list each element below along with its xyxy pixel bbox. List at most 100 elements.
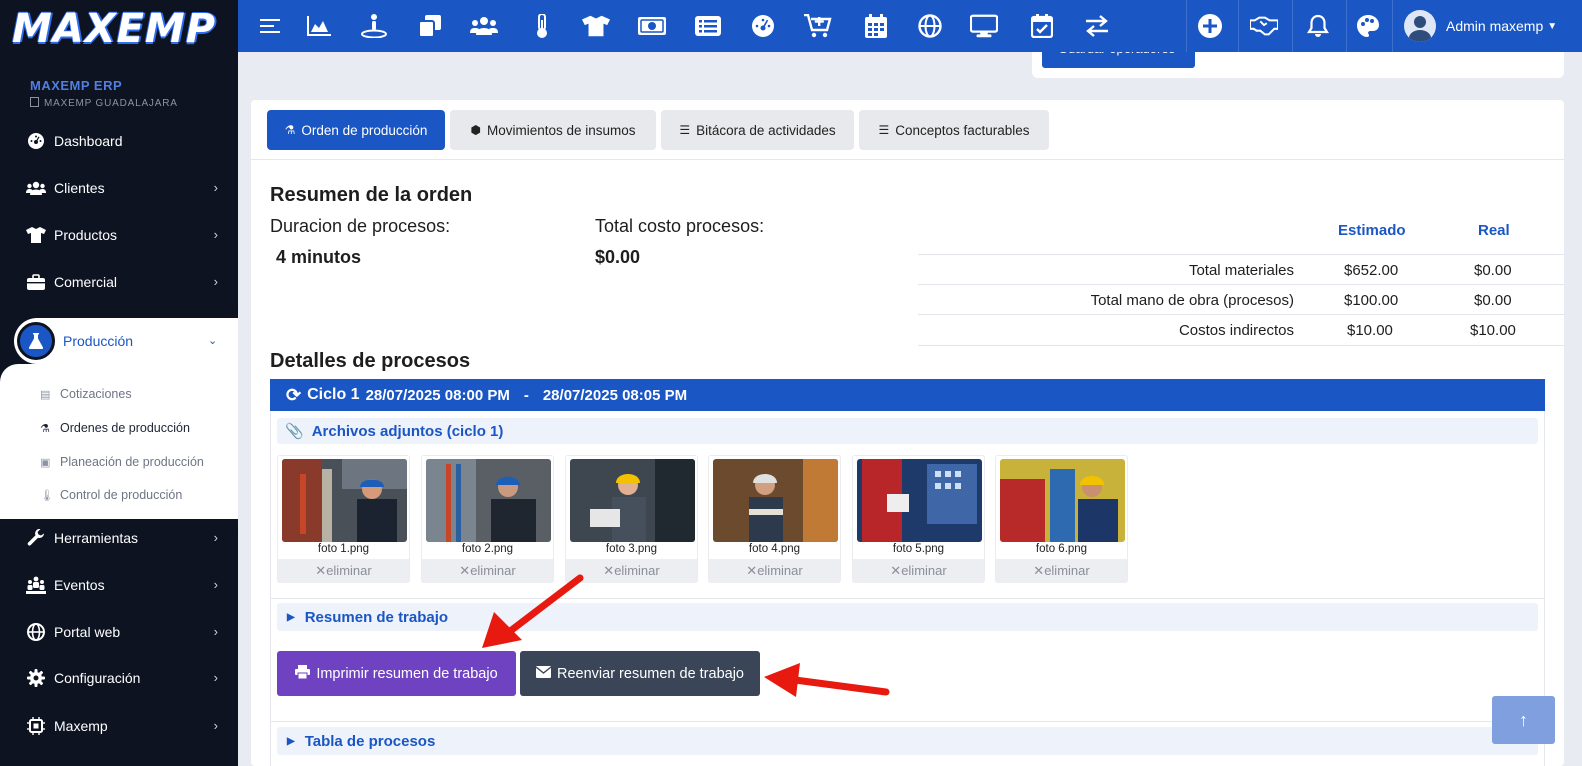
- chevron-right-icon: ›: [213, 530, 218, 545]
- cart-plus-icon[interactable]: [804, 12, 832, 40]
- sync-icon: ⟳: [286, 384, 302, 405]
- photo-thumbnail[interactable]: [713, 459, 838, 542]
- submenu-item-cotizaciones[interactable]: ▤ Cotizaciones: [40, 387, 132, 401]
- table-row: Costos indirectos $10.00 $10.00: [918, 314, 1564, 346]
- brand-logo[interactable]: MAXEMP: [12, 7, 216, 51]
- photo-thumbnail[interactable]: [1000, 459, 1125, 542]
- person-station-icon[interactable]: [360, 12, 388, 40]
- delete-attachment-button[interactable]: ✕eliminar: [853, 559, 984, 583]
- attachment-card: foto 3.png ✕eliminar: [565, 455, 698, 583]
- resumen-trabajo-toggle[interactable]: ▶ Resumen de trabajo: [277, 603, 1538, 631]
- desktop-icon[interactable]: [970, 12, 998, 40]
- sidebar-item-label: Maxemp: [54, 718, 108, 734]
- resumen-title: Resumen de la orden: [270, 184, 473, 206]
- divider: [270, 721, 1545, 722]
- attachment-card: foto 4.png ✕eliminar: [708, 455, 841, 583]
- clone-icon[interactable]: [416, 12, 444, 40]
- globe-icon[interactable]: [916, 12, 944, 40]
- sidebar-item-comercial[interactable]: Comercial ›: [0, 262, 238, 302]
- close-icon: ✕: [746, 563, 758, 578]
- sidebar-item-configuracion[interactable]: Configuración ›: [0, 658, 238, 698]
- sidebar-item-label: Portal web: [54, 624, 121, 640]
- list-icon[interactable]: [694, 12, 722, 40]
- tab-bitacora-actividades[interactable]: ☰ Bitácora de actividades: [661, 110, 854, 150]
- exchange-icon[interactable]: [1083, 12, 1111, 40]
- print-work-summary-button[interactable]: Imprimir resumen de trabajo: [277, 651, 516, 696]
- attachment-filename: foto 1.png: [317, 543, 370, 555]
- sidebar-item-eventos[interactable]: Eventos ›: [0, 565, 238, 605]
- print-icon: [295, 665, 311, 682]
- row-estimado: $100.00: [1344, 292, 1399, 309]
- calendar-check-icon[interactable]: [1028, 12, 1056, 40]
- photo-thumbnail[interactable]: [570, 459, 695, 542]
- sidebar-item-label: Productos: [54, 227, 118, 243]
- tab-conceptos-facturables[interactable]: ☰ Conceptos facturables: [859, 110, 1049, 150]
- user-name: Admin maxemp: [1446, 18, 1544, 34]
- sidebar-item-maxemp[interactable]: Maxemp ›: [0, 706, 238, 746]
- delete-attachment-button[interactable]: ✕eliminar: [278, 559, 409, 583]
- delete-attachment-button[interactable]: ✕eliminar: [422, 559, 553, 583]
- tab-orden-produccion[interactable]: ⚗ Orden de producción: [267, 110, 445, 150]
- submenu-item-ordenes[interactable]: ⚗ Ordenes de producción: [40, 421, 190, 435]
- cycle-header[interactable]: ⟳ Ciclo 1 28/07/2025 08:00 PM - 28/07/20…: [270, 379, 1545, 411]
- photo-thumbnail[interactable]: [857, 459, 982, 542]
- sidebar-item-portal-web[interactable]: Portal web ›: [0, 612, 238, 652]
- submenu-label: Cotizaciones: [60, 387, 132, 401]
- palette-icon[interactable]: [1354, 12, 1382, 40]
- chevron-right-icon: ›: [213, 718, 218, 733]
- thermometer-icon: 🌡: [40, 489, 54, 502]
- close-icon: ✕: [459, 563, 471, 578]
- chevron-right-icon: ›: [213, 180, 218, 195]
- delete-attachment-button[interactable]: ✕eliminar: [566, 559, 697, 583]
- photo-thumbnail[interactable]: [282, 459, 407, 542]
- branch-label: MAXEMP GUADALAJARA: [44, 98, 178, 109]
- button-label: Imprimir resumen de trabajo: [316, 665, 498, 682]
- tshirt-icon[interactable]: [582, 12, 610, 40]
- handshake-icon[interactable]: [1250, 12, 1278, 40]
- sidebar-item-clientes[interactable]: Clientes ›: [0, 168, 238, 208]
- delete-label: eliminar: [470, 563, 516, 578]
- tabla-procesos-toggle[interactable]: ▶ Tabla de procesos: [277, 727, 1538, 755]
- topbar-divider: [1392, 0, 1393, 52]
- attachment-filename: foto 6.png: [1035, 543, 1088, 555]
- sidebar-item-dashboard[interactable]: Dashboard: [0, 121, 238, 161]
- plus-circle-icon[interactable]: [1196, 12, 1224, 40]
- cubes-icon: ⬢: [470, 123, 481, 137]
- arrow-up-icon: ↑: [1519, 709, 1528, 730]
- scroll-to-top-button[interactable]: ↑: [1492, 696, 1555, 744]
- duracion-value: 4 minutos: [276, 247, 362, 267]
- bell-icon[interactable]: [1304, 12, 1332, 40]
- cycle-start: 28/07/2025 08:00 PM: [365, 386, 510, 404]
- money-icon[interactable]: [638, 12, 666, 40]
- topbar-divider: [1186, 0, 1187, 52]
- attachment-card: foto 1.png ✕eliminar: [277, 455, 410, 583]
- user-menu[interactable]: Admin maxemp ▼: [1404, 10, 1557, 42]
- photo-thumbnail[interactable]: [426, 459, 551, 542]
- submenu-label: Control de producción: [60, 488, 183, 502]
- menu-icon[interactable]: [256, 12, 284, 40]
- resend-work-summary-button[interactable]: Reenviar resumen de trabajo: [520, 651, 760, 696]
- sidebar-item-label: Herramientas: [54, 530, 139, 546]
- sidebar-item-productos[interactable]: Productos ›: [0, 215, 238, 255]
- calendar-icon[interactable]: [862, 12, 890, 40]
- tab-label: Bitácora de actividades: [696, 122, 836, 138]
- chart-area-icon[interactable]: [305, 12, 333, 40]
- submenu-item-planeacion[interactable]: ▣ Planeación de producción: [40, 455, 204, 469]
- users-icon[interactable]: [470, 12, 498, 40]
- thermometer-icon[interactable]: [528, 12, 556, 40]
- tab-movimientos-insumos[interactable]: ⬢ Movimientos de insumos: [450, 110, 656, 150]
- sidebar-item-label: Eventos: [54, 577, 105, 593]
- attachments-header[interactable]: 📎 Archivos adjuntos (ciclo 1): [277, 418, 1538, 444]
- submenu-item-control[interactable]: 🌡 Control de producción: [40, 488, 182, 502]
- sidebar-item-label: Configuración: [54, 670, 141, 686]
- row-real: $10.00: [1470, 322, 1516, 339]
- delete-attachment-button[interactable]: ✕eliminar: [709, 559, 840, 583]
- sidebar-item-herramientas[interactable]: Herramientas ›: [0, 518, 238, 558]
- table-icon: ▤: [40, 388, 51, 401]
- tab-label: Conceptos facturables: [895, 122, 1030, 138]
- dashboard-icon[interactable]: [749, 12, 777, 40]
- delete-label: eliminar: [757, 563, 803, 578]
- delete-attachment-button[interactable]: ✕eliminar: [996, 559, 1127, 583]
- chevron-down-icon: ⌄: [208, 335, 218, 347]
- dashboard-icon: [26, 132, 46, 150]
